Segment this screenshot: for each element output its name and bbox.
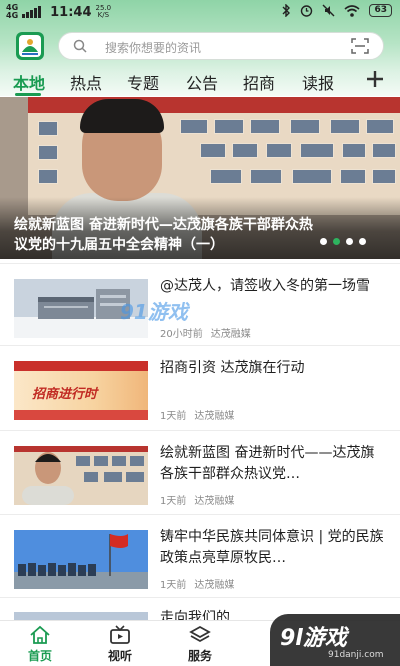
carousel-dot[interactable] [346, 238, 353, 245]
wifi-icon [344, 4, 360, 17]
signal-bars-icon [22, 6, 42, 18]
tab-local[interactable]: 本地 [13, 70, 45, 94]
search-bar[interactable]: 搜索你想要的资讯 [58, 32, 384, 60]
search-input[interactable]: 搜索你想要的资讯 [105, 39, 201, 56]
banner-caption: 绘就新蓝图 奋进新时代—达茂旗各族干部群众热议党的十九届五中全会精神（一） [14, 217, 313, 253]
watermark-logo: 9l游戏 91danji.com [270, 614, 400, 666]
signal-indicator: 4G 4G [6, 3, 19, 20]
network-speed: 25.0 K/S [95, 4, 112, 19]
active-tab-indicator [15, 93, 41, 96]
nav-video[interactable]: 视听 [80, 621, 160, 666]
alarm-icon [301, 5, 313, 17]
clock: 11:44 [50, 4, 92, 20]
news-title[interactable]: @达茂人，请签收入冬的第一场雪 [160, 276, 388, 297]
tab-newspaper[interactable]: 读报 [302, 70, 334, 94]
watermark: 91游戏 [120, 300, 188, 324]
battery-indicator: 63 [369, 4, 392, 17]
nav-home[interactable]: 首页 [0, 621, 80, 666]
news-item[interactable]: 绘就新蓝图 奋进新时代——达茂旗各族干部群众热议党… 1天前 达茂融媒 [0, 431, 400, 511]
category-tabs: 本地 热点 专题 公告 招商 读报 [0, 68, 400, 96]
news-thumbnail: 招商进行时 [14, 361, 148, 420]
carousel-dot[interactable] [359, 238, 366, 245]
news-item[interactable]: 铸牢中华民族共同体意识 | 党的民族政策点亮草原牧民… 1天前 达茂融媒 [0, 515, 400, 595]
news-thumbnail [14, 530, 148, 589]
news-meta: 1天前 达茂融媒 [160, 411, 235, 422]
search-icon [73, 39, 87, 53]
tab-investment[interactable]: 招商 [243, 70, 275, 94]
news-meta: 20小时前 达茂融媒 [160, 329, 251, 340]
bluetooth-icon [282, 4, 291, 17]
news-meta: 1天前 达茂融媒 [160, 580, 235, 591]
tab-hot[interactable]: 热点 [70, 70, 102, 94]
news-title[interactable]: 绘就新蓝图 奋进新时代——达茂旗各族干部群众热议党… [160, 443, 388, 485]
carousel-dot-active[interactable] [333, 238, 340, 245]
add-tab-icon[interactable] [364, 68, 386, 90]
news-title[interactable]: 招商引资 达茂旗在行动 [160, 358, 388, 379]
news-item[interactable]: @达茂人，请签收入冬的第一场雪 20小时前 达茂融媒 [0, 264, 400, 344]
status-bar: 4G 4G 11:44 25.0 K/S 63 [0, 0, 400, 24]
carousel-dot[interactable] [320, 238, 327, 245]
carousel-dots [320, 238, 366, 245]
layers-icon [189, 625, 211, 643]
nav-service[interactable]: 服务 [160, 621, 240, 666]
home-icon [30, 625, 50, 644]
news-thumbnail [14, 612, 148, 620]
app-logo[interactable] [16, 32, 44, 60]
video-icon [110, 625, 130, 644]
news-item[interactable]: 招商进行时 招商引资 达茂旗在行动 1天前 达茂融媒 [0, 346, 400, 426]
mute-icon [322, 4, 335, 17]
nav-home-label: 首页 [27, 649, 52, 663]
tab-notices[interactable]: 公告 [186, 70, 218, 94]
scan-icon[interactable] [351, 38, 369, 54]
featured-banner[interactable]: 绘就新蓝图 奋进新时代—达茂旗各族干部群众热议党的十九届五中全会精神（一） [0, 97, 400, 259]
tab-topics[interactable]: 专题 [127, 70, 159, 94]
news-title[interactable]: 铸牢中华民族共同体意识 | 党的民族政策点亮草原牧民… [160, 527, 388, 569]
news-meta: 1天前 达茂融媒 [160, 496, 235, 507]
nav-service-label: 服务 [187, 649, 212, 663]
news-thumbnail [14, 446, 148, 505]
nav-video-label: 视听 [107, 649, 132, 663]
